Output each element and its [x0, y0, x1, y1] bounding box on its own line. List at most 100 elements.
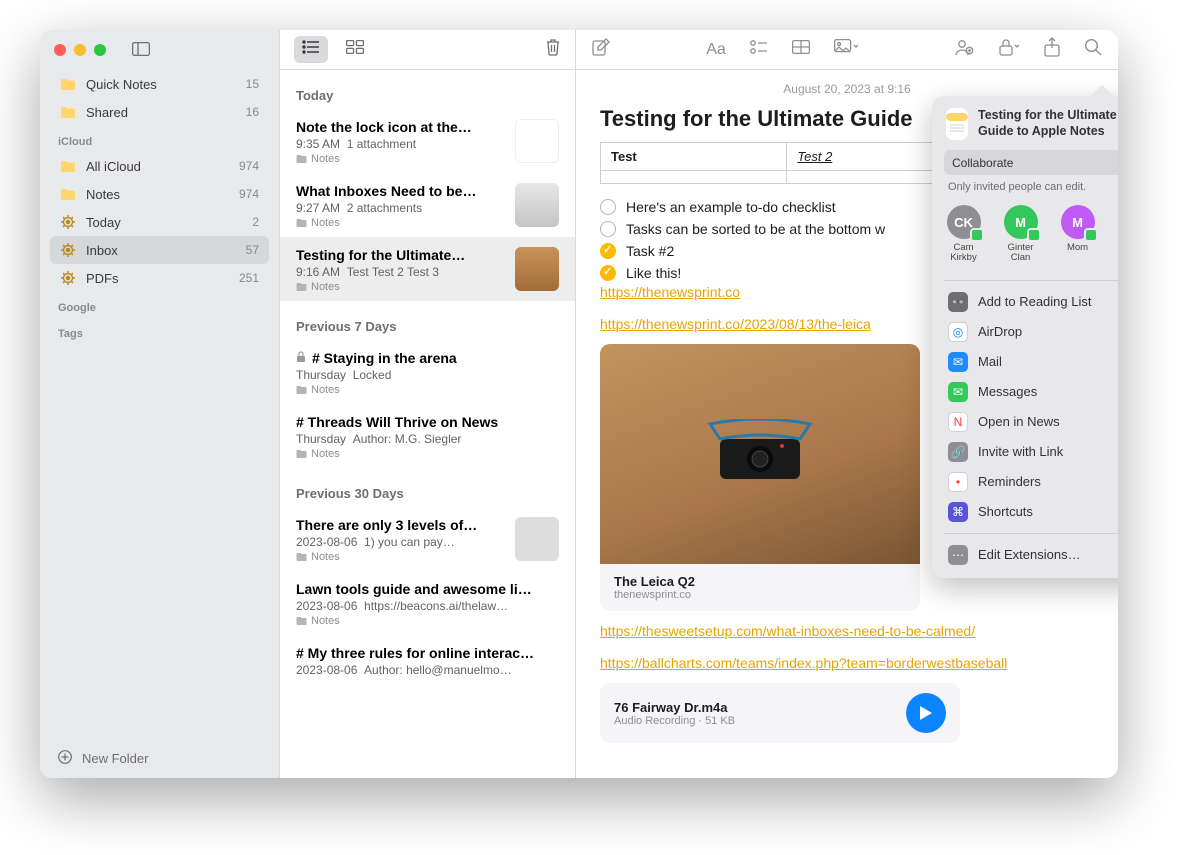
sidebar-item-today[interactable]: Today 2: [50, 208, 269, 236]
card-title: The Leica Q2: [614, 574, 906, 589]
new-note-icon[interactable]: [592, 38, 610, 61]
notes-list: Today Note the lock icon at the… 9:35 AM…: [280, 30, 576, 778]
note-list-item[interactable]: What Inboxes Need to be… 9:27 AM 2 attac…: [280, 173, 575, 237]
zoom-window-icon[interactable]: [94, 44, 106, 56]
share-option-icon: N: [948, 412, 968, 432]
checklist-icon[interactable]: [750, 39, 768, 60]
share-contact[interactable]: M Mom: [1056, 205, 1099, 264]
edit-extensions[interactable]: ⋯ Edit Extensions…: [942, 540, 1118, 570]
note-list-item[interactable]: There are only 3 levels of… 2023-08-06 1…: [280, 507, 575, 571]
note-editor: Aa August 20, 2023 at: [576, 30, 1118, 778]
note-item-meta: Thursday Locked: [296, 368, 559, 382]
audio-attachment[interactable]: 76 Fairway Dr.m4a Audio Recording · 51 K…: [600, 683, 960, 743]
contact-name: John Froese: [1113, 243, 1118, 264]
note-item-meta: 2023-08-06 Author: hello@manuelmo…: [296, 663, 559, 677]
media-icon[interactable]: [834, 39, 858, 60]
sidebar-item-all-icloud[interactable]: All iCloud 974: [50, 152, 269, 180]
share-icon[interactable]: [1044, 37, 1060, 62]
share-option-label: Add to Reading List: [978, 294, 1091, 309]
share-option[interactable]: ✉︎ Mail: [942, 347, 1118, 377]
note-list-item[interactable]: Lawn tools guide and awesome li… 2023-08…: [280, 571, 575, 635]
note-list-item[interactable]: Testing for the Ultimate… 9:16 AM Test T…: [280, 237, 575, 301]
share-option-label: Invite with Link: [978, 444, 1063, 459]
sidebar-item-count: 974: [239, 187, 259, 201]
list-section-title: Previous 30 Days: [280, 468, 575, 507]
traffic-lights[interactable]: [54, 44, 106, 56]
checkbox-icon[interactable]: [600, 265, 616, 281]
note-item-folder: Notes: [296, 551, 505, 563]
note-thumbnail: [515, 247, 559, 291]
sidebar-item-notes[interactable]: Notes 974: [50, 180, 269, 208]
format-icon[interactable]: Aa: [706, 41, 726, 59]
note-link[interactable]: https://thenewsprint.co: [600, 284, 740, 300]
new-folder-button[interactable]: New Folder: [40, 738, 279, 778]
sidebar-group-icloud[interactable]: iCloud: [40, 126, 279, 152]
note-link[interactable]: https://thesweetsetup.com/what-inboxes-n…: [600, 623, 975, 639]
search-icon[interactable]: [1084, 38, 1102, 61]
titlebar: [40, 30, 279, 70]
note-thumbnail: [515, 119, 559, 163]
note-list-item[interactable]: # Staying in the arena Thursday Locked N…: [280, 340, 575, 404]
note-link[interactable]: https://ballcharts.com/teams/index.php?t…: [600, 655, 1007, 671]
note-item-folder: Notes: [296, 448, 559, 460]
share-option[interactable]: 🔗 Invite with Link: [942, 437, 1118, 467]
list-section-title: Previous 7 Days: [280, 301, 575, 340]
table-icon[interactable]: [792, 40, 810, 59]
collaborate-permissions[interactable]: Only invited people can edit. ›: [942, 175, 1118, 203]
lock-icon[interactable]: [998, 38, 1020, 61]
collaborate-dropdown[interactable]: Collaborate: [944, 150, 1118, 175]
sidebar-item-inbox[interactable]: Inbox 57: [50, 236, 269, 264]
share-contact[interactable]: CK Cam Kirkby: [942, 205, 985, 264]
contact-name: Ginter Clan: [999, 243, 1042, 264]
sidebar-item-label: All iCloud: [86, 159, 229, 174]
sidebar-item-shared[interactable]: Shared 16: [50, 98, 269, 126]
share-option-label: Messages: [978, 384, 1037, 399]
share-option[interactable]: ⌘ Shortcuts: [942, 497, 1118, 527]
messages-badge-icon: [1027, 228, 1041, 242]
trash-icon[interactable]: [545, 38, 561, 61]
note-item-folder: Notes: [296, 615, 559, 627]
note-item-title: Note the lock icon at the…: [296, 119, 505, 135]
gallery-view-icon[interactable]: [346, 40, 364, 59]
note-link[interactable]: https://thenewsprint.co/2023/08/13/the-l…: [600, 316, 871, 332]
sidebar-group-tags[interactable]: Tags: [40, 318, 279, 344]
share-contact[interactable]: JF John Froese: [1113, 205, 1118, 264]
collaborate-icon[interactable]: [954, 38, 974, 61]
play-icon[interactable]: [906, 693, 946, 733]
share-option[interactable]: ◎ AirDrop: [942, 317, 1118, 347]
note-item-title: There are only 3 levels of…: [296, 517, 505, 533]
checkbox-icon[interactable]: [600, 243, 616, 259]
list-view-icon[interactable]: [294, 36, 328, 63]
sidebar-item-label: Inbox: [86, 243, 236, 258]
share-option-icon: 👓: [948, 292, 968, 312]
share-option[interactable]: • Reminders: [942, 467, 1118, 497]
share-option-icon: ✉︎: [948, 352, 968, 372]
share-option[interactable]: ✉︎ Messages: [942, 377, 1118, 407]
close-window-icon[interactable]: [54, 44, 66, 56]
share-contact[interactable]: M Ginter Clan: [999, 205, 1042, 264]
sidebar-item-quick-notes[interactable]: Quick Notes 15: [50, 70, 269, 98]
sidebar-group-google[interactable]: Google: [40, 292, 279, 318]
checkbox-icon[interactable]: [600, 199, 616, 215]
sidebar-item-pdfs[interactable]: PDFs 251: [50, 264, 269, 292]
toggle-sidebar-icon[interactable]: [132, 42, 150, 59]
audio-title: 76 Fairway Dr.m4a: [614, 700, 906, 715]
checklist-text: Here's an example to-do checklist: [626, 199, 836, 215]
avatar: JF: [1118, 205, 1119, 239]
share-option[interactable]: N Open in News: [942, 407, 1118, 437]
note-item-title: # Staying in the arena: [296, 350, 559, 366]
note-list-item[interactable]: # My three rules for online interac… 202…: [280, 635, 575, 685]
link-preview-card[interactable]: The Leica Q2 thenewsprint.co: [600, 344, 920, 611]
note-list-item[interactable]: # Threads Will Thrive on News Thursday A…: [280, 404, 575, 468]
sidebar-item-count: 974: [239, 159, 259, 173]
note-thumbnail: [515, 183, 559, 227]
sidebar-item-label: PDFs: [86, 271, 229, 286]
note-item-folder: Notes: [296, 217, 505, 229]
checkbox-icon[interactable]: [600, 221, 616, 237]
share-option[interactable]: 👓 Add to Reading List: [942, 287, 1118, 317]
avatar: M: [1004, 205, 1038, 239]
note-list-item[interactable]: Note the lock icon at the… 9:35 AM 1 att…: [280, 109, 575, 173]
minimize-window-icon[interactable]: [74, 44, 86, 56]
sidebar-item-count: 251: [239, 271, 259, 285]
share-option-label: Mail: [978, 354, 1002, 369]
